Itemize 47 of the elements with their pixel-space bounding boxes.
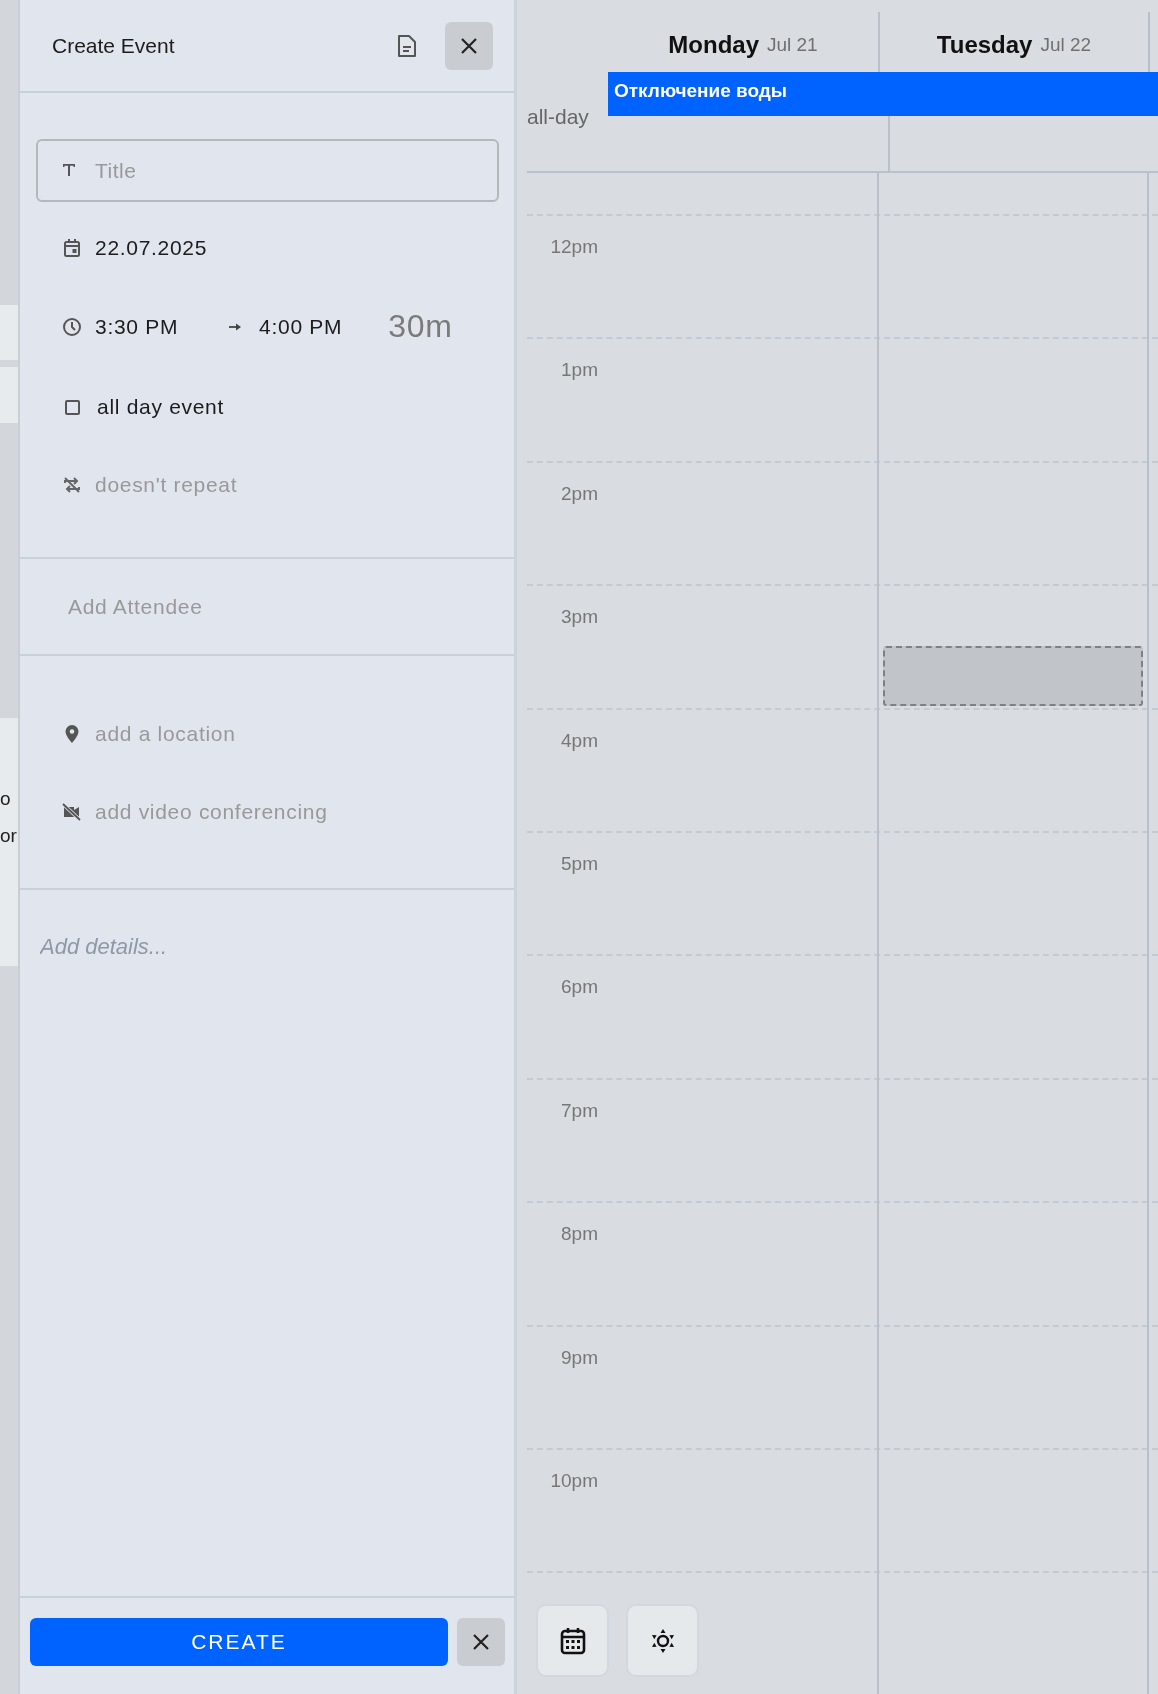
day-name: Tuesday: [936, 31, 1033, 59]
checkbox-label: all day event: [97, 395, 224, 419]
video-off-icon: [62, 803, 82, 821]
hour-label: 12pm: [549, 236, 598, 258]
hour-label: 2pm: [560, 482, 598, 505]
text-icon: [62, 163, 76, 177]
close-icon: [472, 1633, 490, 1651]
cancel-button[interactable]: [457, 1618, 505, 1666]
title-field[interactable]: Title: [36, 139, 499, 202]
repeat-off-icon: [62, 475, 82, 495]
text-fragment: or: [0, 825, 17, 847]
location-pin-icon: [64, 724, 80, 744]
calendar-icon: [559, 1626, 586, 1655]
hour-label: 7pm: [560, 1099, 598, 1122]
video-conferencing-field[interactable]: add video conferencing: [95, 800, 475, 824]
hour-label: 9pm: [560, 1346, 598, 1369]
hour-label: 1pm: [560, 359, 598, 382]
text-fragment: o: [0, 788, 11, 810]
date-field[interactable]: 22.07.2025: [95, 236, 208, 260]
theme-button[interactable]: [626, 1604, 699, 1677]
all-day-event[interactable]: Отключение воды: [608, 72, 1158, 116]
all-day-label: all-day: [527, 104, 590, 129]
close-button[interactable]: [445, 21, 493, 70]
hour-label: 6pm: [560, 976, 598, 999]
hour-label: 5pm: [560, 852, 598, 875]
clock-icon: [62, 316, 82, 337]
calendar-button[interactable]: [536, 1604, 609, 1677]
hour-label: 10pm: [549, 1469, 598, 1492]
brightness-icon: [649, 1627, 676, 1654]
hour-label: 3pm: [560, 606, 598, 629]
duration-text: 30m: [388, 308, 453, 345]
day-date: Jul 22: [1040, 34, 1092, 56]
start-time-field[interactable]: 3:30 PM: [95, 314, 179, 339]
attendee-field[interactable]: Add Attendee: [68, 594, 468, 619]
location-field[interactable]: add a location: [95, 722, 475, 746]
close-icon: [460, 36, 478, 55]
create-button[interactable]: CREATE: [30, 1618, 448, 1666]
calendar-icon: [63, 238, 81, 258]
day-name: Monday: [668, 31, 759, 59]
day-date: Jul 21: [767, 34, 818, 56]
hour-label: 8pm: [560, 1223, 598, 1246]
arrow-icon: [228, 321, 243, 332]
end-time-field[interactable]: 4:00 PM: [259, 314, 343, 339]
checkbox[interactable]: [64, 399, 80, 415]
hour-label: 4pm: [560, 729, 598, 752]
panel-title: Create Event: [52, 33, 176, 58]
document-button[interactable]: [396, 33, 418, 58]
